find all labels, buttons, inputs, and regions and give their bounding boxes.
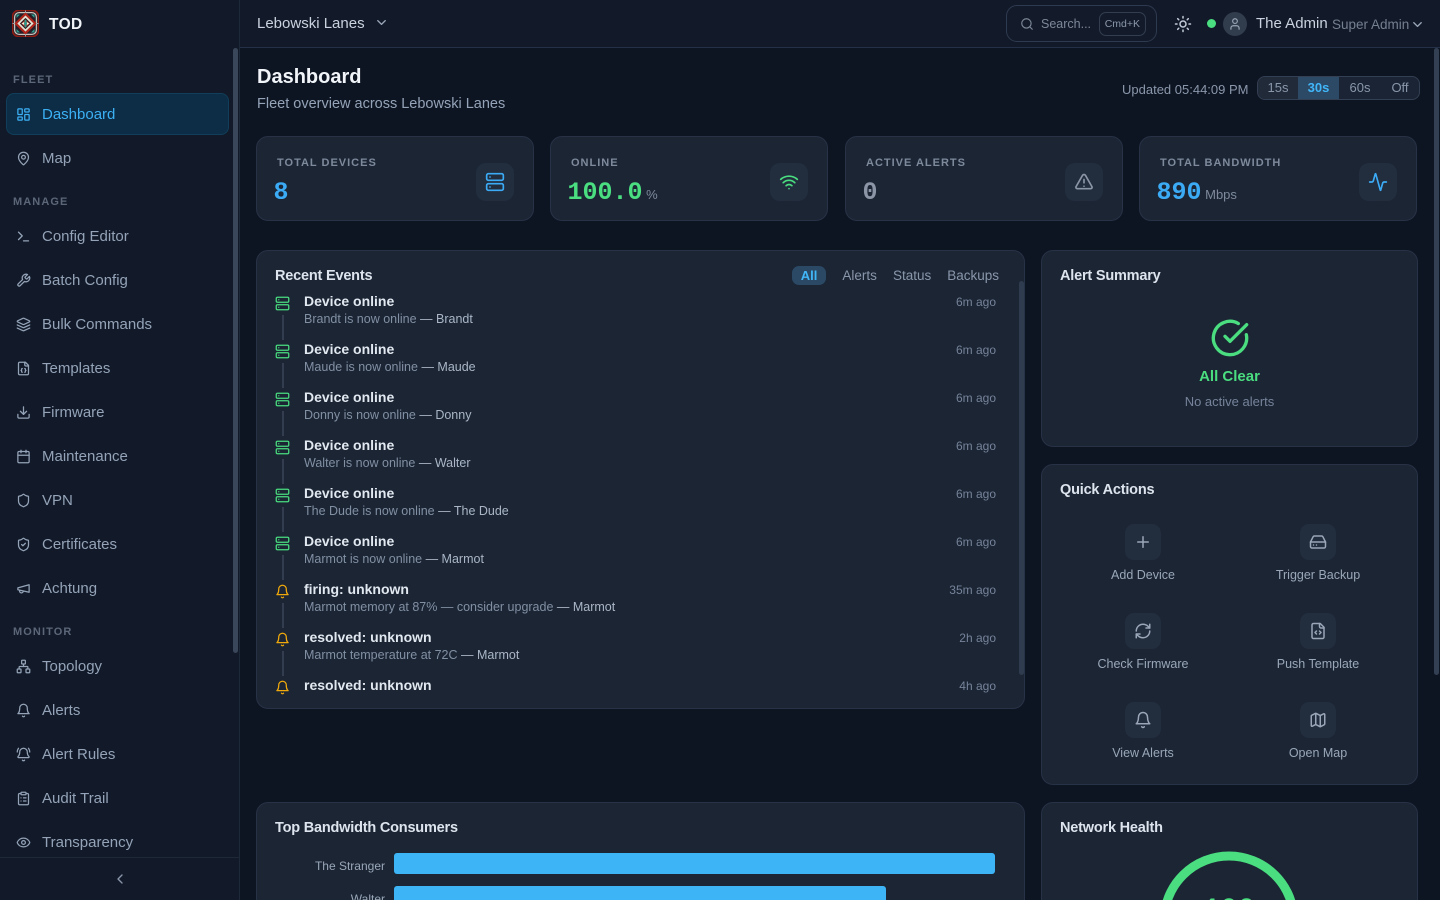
svg-text:100: 100 xyxy=(1203,894,1255,900)
